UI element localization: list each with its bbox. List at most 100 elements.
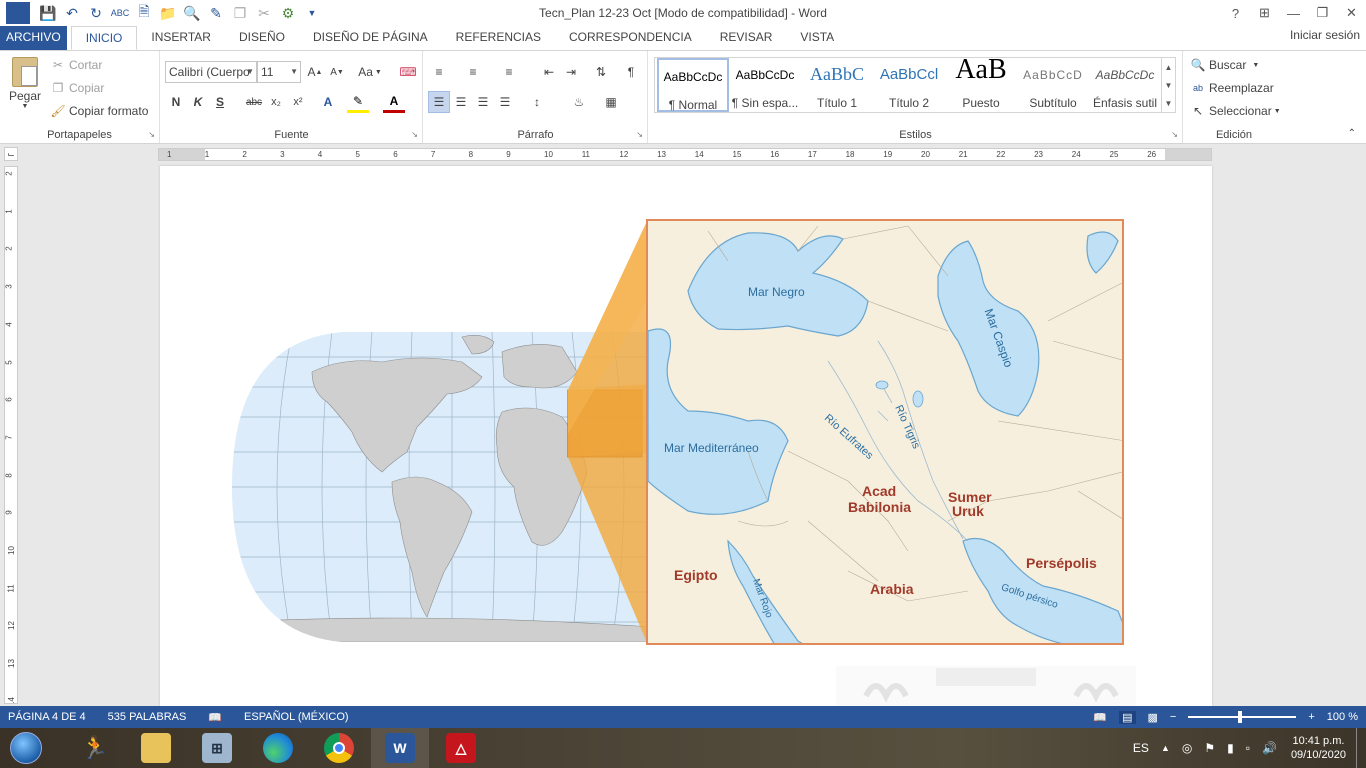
dialog-launcher-icon[interactable]: ↘	[411, 130, 418, 139]
style-enfasis-sutil[interactable]: AaBbCcDc Énfasis sutil	[1089, 58, 1161, 112]
taskbar-chrome[interactable]	[310, 728, 368, 768]
grow-font-icon[interactable]: A ▲	[304, 61, 326, 83]
style-puesto[interactable]: AaB Puesto	[945, 58, 1017, 112]
battery-icon[interactable]: ▮	[1227, 741, 1234, 755]
collapse-ribbon-icon[interactable]: ⌃	[1348, 128, 1356, 139]
dialog-launcher-icon[interactable]: ↘	[148, 130, 155, 139]
taskbar-file-explorer[interactable]	[127, 728, 185, 768]
tab-revisar[interactable]: REVISAR	[706, 26, 787, 50]
borders-icon[interactable]: ▦	[600, 91, 622, 113]
word-logo-icon[interactable]: W	[6, 2, 30, 24]
tab-diseno[interactable]: DISEÑO	[225, 26, 299, 50]
font-color-icon[interactable]: A	[383, 91, 405, 113]
signin-link[interactable]: Iniciar sesión	[1290, 28, 1360, 42]
horizontal-ruler[interactable]: 1 1 2 3 4 5 6 7 8 9 10 11 12 13 14 15 16 17 18 19 20 21 22 23 24…	[158, 148, 1212, 161]
restore-icon[interactable]: ❐	[1308, 0, 1337, 26]
select-button[interactable]: ↖ Seleccionar ▼	[1190, 103, 1281, 119]
action-center-flag-icon[interactable]: ⚑	[1204, 741, 1215, 755]
sort-icon[interactable]: ⇅	[590, 61, 612, 83]
align-center-icon[interactable]: ☰	[450, 91, 472, 113]
web-layout-icon[interactable]: ▩	[1148, 711, 1158, 724]
zoom-in-button[interactable]: +	[1308, 711, 1314, 723]
tab-correspondencia[interactable]: CORRESPONDENCIA	[555, 26, 706, 50]
copy-icon[interactable]: ❐	[228, 2, 252, 24]
customize-qat-icon[interactable]: ▼	[300, 2, 324, 24]
tab-inicio[interactable]: INICIO	[70, 26, 138, 50]
format-painter-button[interactable]: 🖌 Copiar formato	[50, 103, 148, 119]
bullets-icon[interactable]: ≡	[428, 61, 450, 83]
chevron-down-icon[interactable]: ▼	[1165, 81, 1173, 90]
zoom-level[interactable]: 100 %	[1327, 711, 1358, 723]
font-name-combo[interactable]: Calibri (Cuerpo ▼	[165, 61, 257, 83]
font-size-combo[interactable]: 11 ▼	[257, 61, 301, 83]
taskbar-calculator[interactable]: ⊞	[188, 728, 246, 768]
network-signal-icon[interactable]: ▫	[1246, 741, 1250, 755]
zoom-slider[interactable]	[1188, 711, 1297, 723]
undo-icon[interactable]: ↶	[60, 2, 84, 24]
underline-button[interactable]: S	[209, 91, 231, 113]
macro-icon[interactable]: ⚙	[276, 2, 300, 24]
style-sin-espaciado[interactable]: AaBbCcDc ¶ Sin espa...	[729, 58, 801, 112]
clock[interactable]: 10:41 p.m. 09/10/2020	[1291, 734, 1346, 762]
document-page[interactable]: Mar Negro Mar Caspio Mar Mediterráneo Ma…	[160, 166, 1212, 706]
dialog-launcher-icon[interactable]: ↘	[636, 130, 643, 139]
tab-vista[interactable]: VISTA	[786, 26, 848, 50]
tab-selector-icon[interactable]: ⌙	[4, 147, 18, 161]
ribbon-display-icon[interactable]: ⊞	[1250, 0, 1279, 26]
styles-scroll[interactable]: ▲ ▼ ▼	[1161, 58, 1175, 112]
language-status[interactable]: ESPAÑOL (MÉXICO)	[244, 711, 349, 723]
replace-button[interactable]: ab Reemplazar	[1190, 80, 1274, 96]
paste-button[interactable]: Pegar ▼	[8, 57, 42, 110]
help-icon[interactable]: ?	[1221, 0, 1250, 26]
subscript-button[interactable]: x₂	[265, 91, 287, 113]
open-folder-icon[interactable]: 📁	[156, 2, 180, 24]
align-right-icon[interactable]: ☰	[472, 91, 494, 113]
minimize-icon[interactable]: —	[1279, 0, 1308, 26]
new-document-icon[interactable]: 🗎	[132, 2, 156, 24]
tab-insertar[interactable]: INSERTAR	[137, 26, 225, 50]
style-titulo-2[interactable]: AaBbCcl Título 2	[873, 58, 945, 112]
align-left-icon[interactable]: ☰	[428, 91, 450, 113]
change-case-button[interactable]: Aa ▼	[355, 61, 385, 83]
taskbar-word[interactable]: W	[371, 728, 429, 768]
highlight-icon[interactable]: ✎	[347, 91, 369, 113]
decrease-indent-icon[interactable]: ⇤	[538, 61, 560, 83]
zoom-slider-thumb[interactable]	[1238, 711, 1243, 723]
start-button[interactable]	[6, 728, 46, 768]
justify-icon[interactable]: ☰	[494, 91, 516, 113]
show-desktop-button[interactable]	[1356, 728, 1366, 768]
edit-icon[interactable]: ✎	[204, 2, 228, 24]
copy-button[interactable]: ❐ Copiar	[50, 80, 105, 96]
line-spacing-icon[interactable]: ↕	[526, 91, 548, 113]
chevron-up-icon[interactable]: ▲	[1165, 63, 1173, 72]
dialog-launcher-icon[interactable]: ↘	[1171, 130, 1178, 139]
style-titulo-1[interactable]: AaBbC Título 1	[801, 58, 873, 112]
bold-button[interactable]: N	[165, 91, 187, 113]
tray-expand-icon[interactable]: ▲	[1161, 743, 1170, 753]
taskbar-acrobat[interactable]: △	[432, 728, 490, 768]
word-count[interactable]: 535 PALABRAS	[108, 711, 187, 723]
cut-icon[interactable]: ✂	[252, 2, 276, 24]
shading-icon[interactable]: ♨	[568, 91, 590, 113]
tray-language[interactable]: ES	[1133, 741, 1149, 755]
tab-referencias[interactable]: REFERENCIAS	[442, 26, 555, 50]
multilevel-list-icon[interactable]: ≡	[498, 61, 520, 83]
print-preview-icon[interactable]: 🔍	[180, 2, 204, 24]
vertical-ruler[interactable]: 212345678910111213141516	[4, 166, 18, 704]
increase-indent-icon[interactable]: ⇥	[560, 61, 582, 83]
volume-icon[interactable]: 🔊	[1262, 741, 1277, 755]
tab-archivo[interactable]: ARCHIVO	[0, 26, 67, 50]
proofing-icon[interactable]: 📖	[208, 711, 222, 724]
shrink-font-icon[interactable]: A ▼	[326, 61, 348, 83]
style-normal[interactable]: AaBbCcDc ¶ Normal	[657, 58, 729, 112]
more-icon[interactable]: ▼	[1165, 99, 1173, 108]
zoom-out-button[interactable]: −	[1170, 711, 1176, 723]
cut-button[interactable]: ✂ Cortar	[50, 57, 102, 73]
page-count[interactable]: PÁGINA 4 DE 4	[8, 711, 86, 723]
close-icon[interactable]: ✕	[1337, 0, 1366, 26]
spelling-icon[interactable]: ABC	[108, 2, 132, 24]
read-mode-icon[interactable]: 📖	[1093, 711, 1107, 724]
print-layout-icon[interactable]: ▤	[1119, 710, 1136, 724]
taskbar-runner-app[interactable]: 🏃	[66, 728, 124, 768]
numbering-icon[interactable]: ≡	[462, 61, 484, 83]
